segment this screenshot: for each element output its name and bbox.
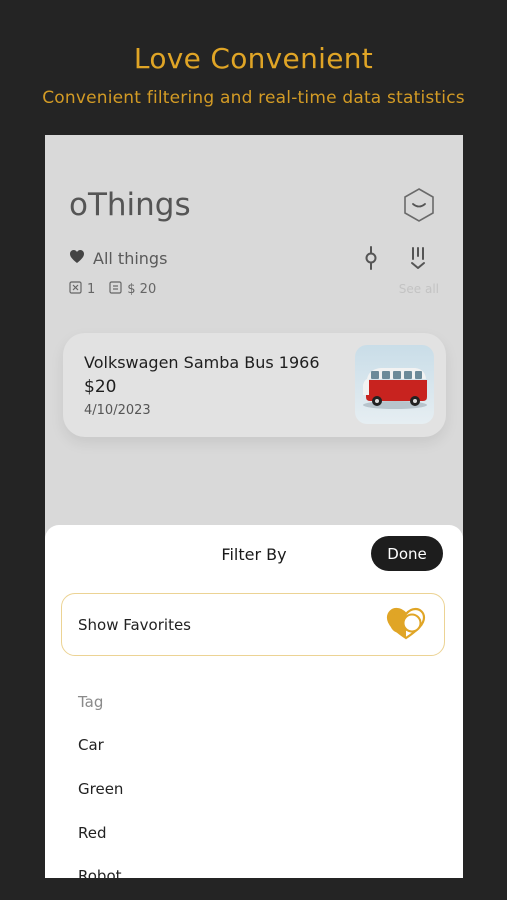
phone-screen: oThings All things 1 $ 20 See all Volksw… [45,135,463,878]
all-things-label: All things [93,248,168,268]
promo-subtitle: Convenient filtering and real-time data … [42,88,465,108]
heart-icon [69,249,85,268]
tag-item-red[interactable]: Red [78,824,107,842]
commit-icon[interactable] [360,245,382,271]
tag-item-car[interactable]: Car [78,736,104,754]
item-name: Volkswagen Samba Bus 1966 [84,353,320,372]
list-box-icon [109,281,122,298]
tag-item-green[interactable]: Green [78,780,123,798]
show-favorites-label: Show Favorites [78,616,191,634]
promo-title: Love Convenient [133,42,374,75]
item-count-stat: 1 [69,281,95,298]
item-thumbnail [355,345,434,424]
tag-item-robot[interactable]: Robot [78,867,122,878]
box-x-icon [69,281,82,298]
item-card[interactable]: Volkswagen Samba Bus 1966 $20 4/10/2023 [63,333,446,437]
item-date: 4/10/2023 [84,403,151,418]
collapse-hex-icon[interactable] [402,187,436,223]
filter-sheet: Filter By Done Show Favorites Tag Car Gr… [45,525,463,878]
item-count: 1 [87,282,96,297]
stats-row: 1 $ 20 [69,281,170,298]
sort-icon[interactable] [407,245,429,271]
tag-section-header: Tag [78,693,104,711]
done-button[interactable]: Done [371,536,443,571]
all-things-filter[interactable]: All things [69,247,167,269]
total-price-stat: $ 20 [109,281,156,298]
app-title: oThings [69,187,191,223]
item-price: $20 [84,377,117,397]
favorites-heart-toggle[interactable] [386,607,426,641]
see-all-link[interactable]: See all [399,282,439,296]
total-price: $ 20 [127,282,157,297]
show-favorites-row[interactable]: Show Favorites [61,593,445,656]
